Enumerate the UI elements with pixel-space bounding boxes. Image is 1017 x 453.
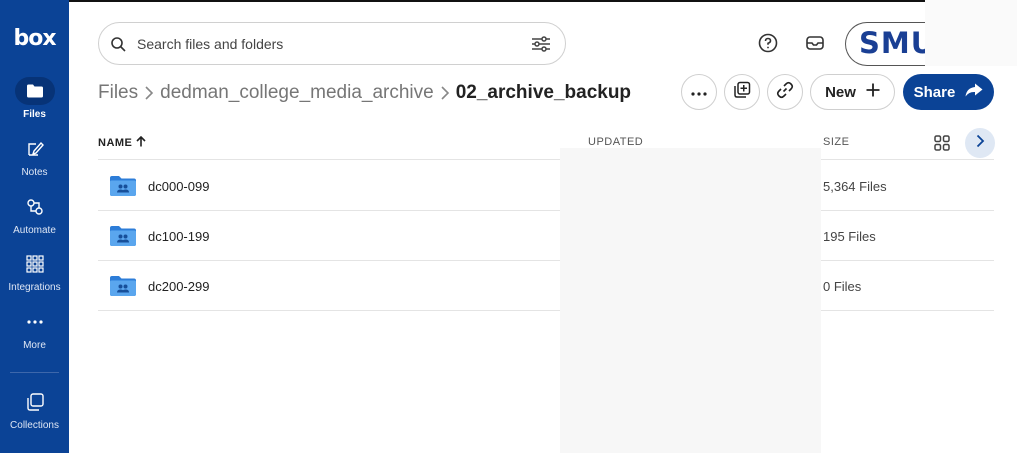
search-bar: [98, 22, 566, 65]
integrations-grid-icon: [15, 250, 55, 278]
breadcrumb-item-parent[interactable]: dedman_college_media_archive: [160, 82, 434, 104]
folder-name[interactable]: dc100-199: [148, 229, 209, 244]
breadcrumb-item-files[interactable]: Files: [98, 82, 138, 104]
file-count: 0 Files: [823, 279, 862, 294]
collections-add-button[interactable]: [724, 74, 760, 110]
help-icon[interactable]: [757, 32, 779, 54]
sidebar-item-collections[interactable]: Collections: [0, 388, 69, 442]
sidebar-item-integrations[interactable]: Integrations: [0, 250, 69, 304]
more-dots-icon: [691, 83, 707, 101]
sidebar-item-more[interactable]: More: [0, 308, 69, 362]
share-button[interactable]: Share: [903, 74, 994, 110]
sidebar-item-notes[interactable]: Notes: [0, 135, 69, 189]
table-row[interactable]: dc100-199 195 Files: [98, 211, 994, 261]
sidebar-item-label: Integrations: [8, 282, 61, 293]
shared-folder-icon: [109, 225, 137, 252]
chevron-right-icon: [438, 84, 452, 102]
sidebar-item-label: Automate: [13, 225, 56, 236]
shared-folder-icon: [109, 275, 137, 302]
column-header-updated[interactable]: UPDATED: [588, 136, 643, 148]
redacted-updated-column: [560, 148, 821, 453]
copy-link-button[interactable]: [767, 74, 803, 110]
page-title: 02_archive_backup: [455, 82, 632, 103]
grid-view-icon[interactable]: [933, 134, 951, 152]
table-header: NAME UPDATED SIZE: [98, 128, 995, 160]
inbox-icon[interactable]: [804, 32, 826, 54]
table-row[interactable]: dc000-099 5,364 Files: [98, 161, 994, 211]
chevron-right-icon: [142, 84, 156, 102]
plus-icon: [866, 83, 880, 101]
share-arrow-icon: [965, 83, 983, 101]
table-row[interactable]: dc200-299 0 Files: [98, 261, 994, 311]
avatar-text: SMU: [859, 26, 936, 60]
more-dots-icon: [15, 308, 55, 336]
folder-name[interactable]: dc000-099: [148, 179, 209, 194]
file-count: 195 Files: [823, 229, 876, 244]
column-header-size[interactable]: SIZE: [823, 136, 849, 148]
search-icon: [110, 36, 127, 58]
sort-arrow-up-icon: [136, 135, 146, 150]
sidebar-item-label: More: [23, 340, 46, 351]
sidebar-item-label: Notes: [21, 167, 48, 178]
sidebar-divider: [10, 372, 59, 373]
share-button-label: Share: [913, 83, 956, 101]
folder-name[interactable]: dc200-299: [148, 279, 209, 294]
sidebar-item-files[interactable]: Files: [0, 77, 69, 131]
sidebar-item-label: Files: [23, 109, 46, 120]
breadcrumb: Files dedman_college_media_archive 02_ar…: [98, 80, 631, 106]
chevron-right-icon: [975, 134, 985, 153]
new-button[interactable]: New: [810, 74, 895, 110]
new-button-label: New: [825, 83, 856, 101]
filter-sliders-icon[interactable]: [531, 36, 551, 57]
search-input[interactable]: [137, 34, 517, 54]
more-options-button[interactable]: [681, 74, 717, 110]
blank-region: [925, 0, 1017, 66]
automate-icon: [15, 193, 55, 221]
column-header-label: NAME: [98, 137, 133, 149]
expand-sidebar-button[interactable]: [965, 128, 995, 158]
sidebar-item-automate[interactable]: Automate: [0, 193, 69, 247]
sidebar-item-label: Collections: [10, 420, 59, 431]
box-logo[interactable]: box: [0, 26, 69, 51]
add-to-collection-icon: [733, 81, 751, 104]
link-icon: [776, 81, 794, 104]
sidebar: box Files Notes Automate Integrations Mo…: [0, 0, 69, 453]
folder-icon: [14, 77, 55, 105]
file-count: 5,364 Files: [823, 179, 887, 194]
notes-icon: [15, 135, 55, 163]
shared-folder-icon: [109, 175, 137, 202]
top-border: [0, 0, 925, 2]
column-header-name[interactable]: NAME: [98, 135, 146, 150]
collections-icon: [15, 388, 55, 416]
